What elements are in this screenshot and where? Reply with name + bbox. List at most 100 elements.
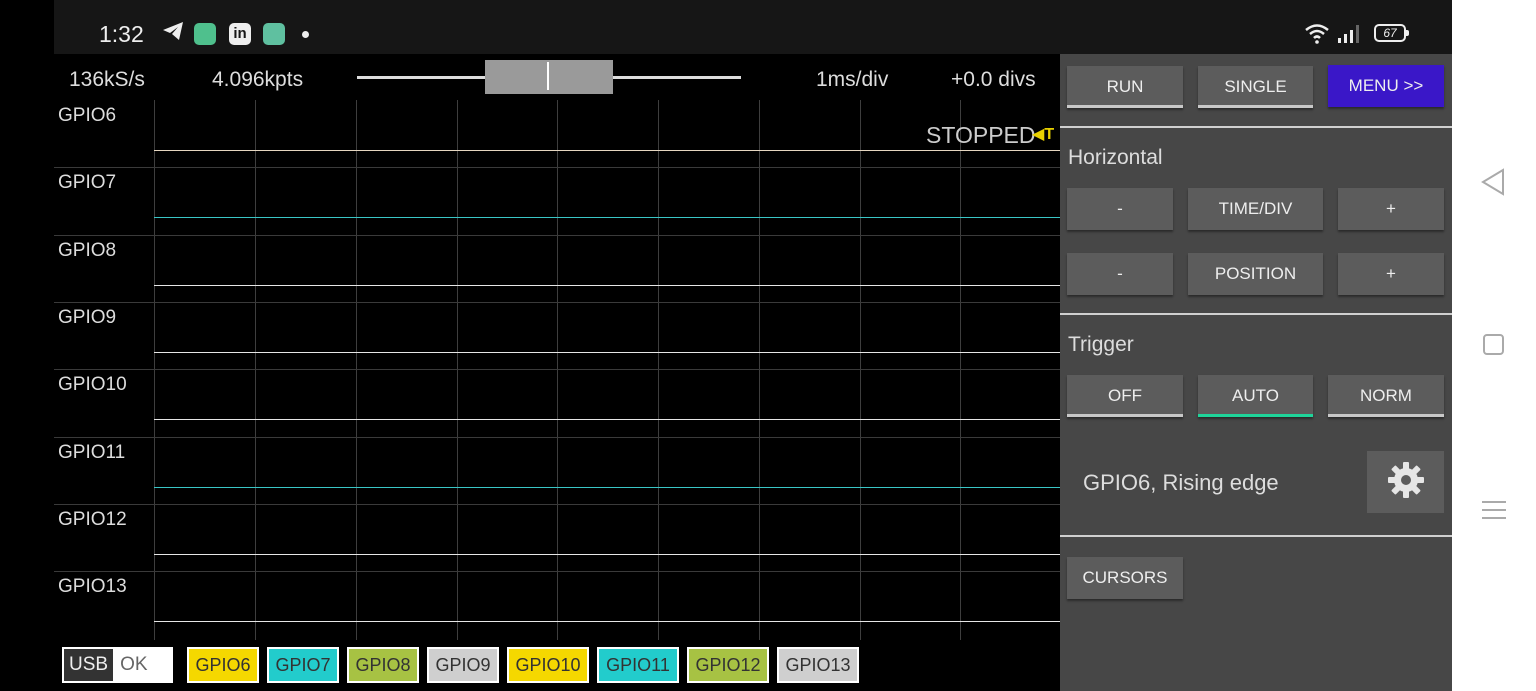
channel-trace [154, 621, 1060, 622]
trigger-norm-button[interactable]: NORM [1328, 375, 1444, 417]
channel-trace [154, 150, 1060, 151]
trigger-section-title: Trigger [1068, 333, 1134, 356]
channel-label: GPIO6 [58, 105, 117, 126]
run-button-label: RUN [1106, 77, 1144, 96]
sample-rate: 136kS/s [69, 68, 145, 91]
grid-line [154, 100, 155, 640]
grid-line [860, 100, 861, 640]
channel-badge[interactable]: GPIO9 [427, 647, 499, 683]
usb-status-badge: USB OK [62, 647, 173, 683]
position-label: POSITION [1214, 264, 1297, 283]
channel-badge[interactable]: GPIO10 [507, 647, 589, 683]
channel-label: GPIO10 [58, 374, 127, 395]
cursors-button-label: CURSORS [1082, 568, 1168, 587]
channel-trace [154, 217, 1060, 218]
scope-info-bar: 136kS/s 4.096kpts 1ms/div +0.0 divs [54, 54, 1060, 100]
battery-icon: 67 [1374, 24, 1409, 42]
single-button[interactable]: SINGLE [1198, 66, 1313, 108]
time-div-increase-button[interactable]: + [1338, 188, 1444, 230]
position-button[interactable]: POSITION [1188, 253, 1323, 295]
trigger-auto-label: AUTO [1232, 386, 1279, 405]
grid-line [960, 100, 961, 640]
menu-icon[interactable] [1482, 499, 1506, 526]
channel-badge[interactable]: GPIO12 [687, 647, 769, 683]
trigger-description: GPIO6, Rising edge [1083, 470, 1279, 495]
channel-trace [154, 285, 1060, 286]
wifi-icon [1304, 22, 1330, 49]
panel-divider [1060, 535, 1452, 537]
channel-separator [54, 369, 1060, 370]
back-icon[interactable] [1480, 168, 1506, 201]
channel-trace [154, 352, 1060, 353]
channel-separator [54, 302, 1060, 303]
grid-line [356, 100, 357, 640]
time-div-decrease-label: - [1117, 199, 1123, 218]
time-div-increase-label: + [1386, 199, 1396, 218]
channel-badge[interactable]: GPIO7 [267, 647, 339, 683]
grid-line [255, 100, 256, 640]
position-decrease-button[interactable]: - [1067, 253, 1173, 295]
linkedin-icon: in [229, 23, 251, 45]
horizontal-position: +0.0 divs [951, 68, 1036, 91]
channel-label: GPIO8 [58, 240, 117, 261]
cursors-button[interactable]: CURSORS [1067, 557, 1183, 599]
single-button-label: SINGLE [1224, 77, 1287, 96]
grid-line [658, 100, 659, 640]
channel-label: GPIO11 [58, 442, 126, 463]
time-per-div: 1ms/div [816, 68, 889, 91]
trigger-auto-button[interactable]: AUTO [1198, 375, 1313, 417]
control-panel: RUN SINGLE MENU >> Horizontal - TIME/DIV… [1060, 54, 1452, 691]
notification-dot-icon [302, 31, 309, 38]
system-navigation-bar [1452, 0, 1536, 691]
channel-label: GPIO7 [58, 172, 117, 193]
gear-icon [1387, 461, 1425, 504]
run-button[interactable]: RUN [1067, 66, 1183, 108]
grid-line [457, 100, 458, 640]
grid-line [759, 100, 760, 640]
channel-separator [54, 571, 1060, 572]
waveform-plot[interactable]: GPIO6 GPIO7 GPIO8 GPIO9 GPIO10 GPIO11 GPIO12 GP… [54, 100, 1060, 640]
usb-status: OK [120, 654, 148, 675]
usb-label: USB [64, 649, 114, 681]
clock: 1:32 [99, 21, 144, 47]
position-increase-button[interactable]: + [1338, 253, 1444, 295]
channel-badge[interactable]: GPIO6 [187, 647, 259, 683]
channel-label: GPIO9 [58, 307, 117, 328]
trigger-position-marker [547, 62, 549, 90]
channel-separator [54, 235, 1060, 236]
trigger-norm-label: NORM [1360, 386, 1412, 405]
app-icon [263, 23, 285, 45]
panel-divider [1060, 126, 1452, 128]
app-icon [194, 23, 216, 45]
signal-icon [1337, 24, 1361, 49]
menu-button[interactable]: MENU >> [1328, 65, 1444, 107]
channel-trace [154, 419, 1060, 420]
home-icon[interactable] [1483, 334, 1504, 355]
channel-separator [54, 167, 1060, 168]
panel-divider [1060, 313, 1452, 315]
channel-bar: USB OK GPIO6 GPIO7 GPIO8 GPIO9 GPIO10 GPIO11 G… [54, 640, 1060, 691]
channel-label: GPIO12 [58, 509, 127, 530]
channel-label: GPIO13 [58, 576, 127, 597]
channel-badge[interactable]: GPIO8 [347, 647, 419, 683]
channel-separator [54, 504, 1060, 505]
time-div-decrease-button[interactable]: - [1067, 188, 1173, 230]
record-length: 4.096kpts [212, 68, 304, 91]
acquisition-state: STOPPED [926, 122, 1036, 148]
trigger-off-button[interactable]: OFF [1067, 375, 1183, 417]
telegram-icon [162, 21, 184, 43]
channel-badge[interactable]: GPIO11 [597, 647, 679, 683]
position-decrease-label: - [1117, 264, 1123, 283]
menu-button-label: MENU >> [1348, 76, 1424, 95]
timebase-scroll-window[interactable] [485, 60, 613, 94]
status-bar: 1:32 in 67 [54, 0, 1452, 54]
position-increase-label: + [1386, 264, 1396, 283]
channel-trace [154, 487, 1060, 488]
trigger-settings-button[interactable] [1367, 451, 1444, 513]
trigger-marker-label: T [1044, 126, 1055, 143]
channel-badge[interactable]: GPIO13 [777, 647, 859, 683]
channel-trace [154, 554, 1060, 555]
time-div-button[interactable]: TIME/DIV [1188, 188, 1323, 230]
time-div-label: TIME/DIV [1218, 199, 1293, 218]
trigger-marker: ◀T [1032, 126, 1055, 143]
